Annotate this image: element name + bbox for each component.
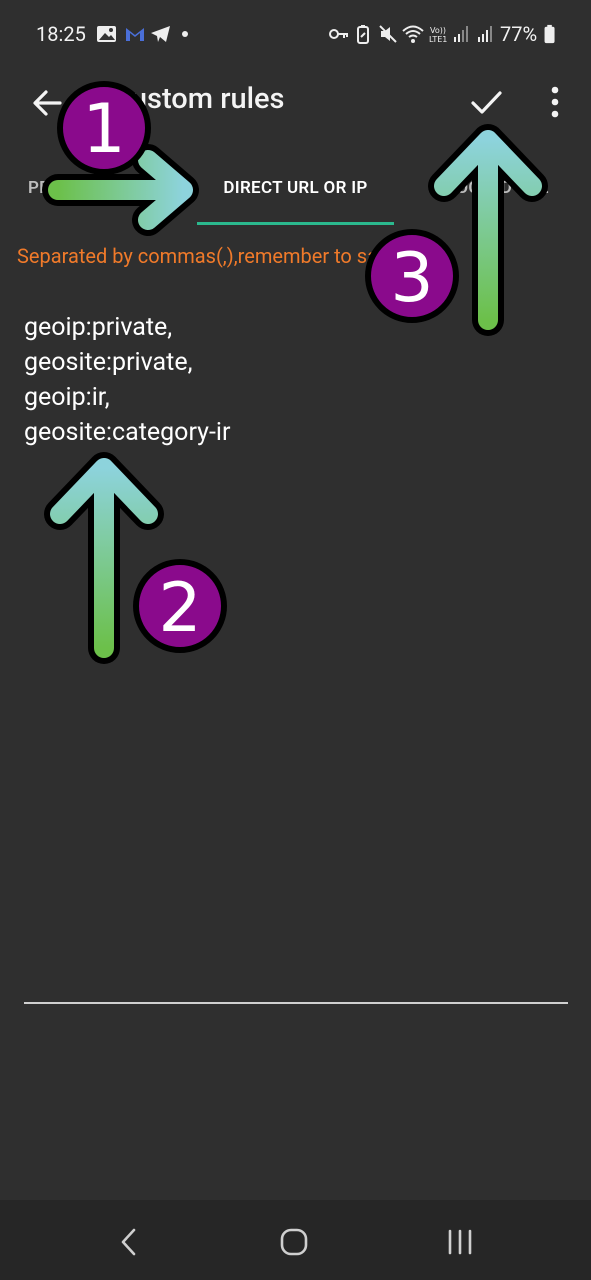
volte-icon: Vo))LTE1	[429, 26, 447, 44]
app-bar: Custom rules	[0, 68, 591, 138]
signal-icon	[478, 26, 492, 42]
tab-direct-label: DIRECT URL OR IP	[223, 178, 368, 198]
status-bar: 18:25 Vo)) LTE1 77%	[0, 0, 591, 68]
hint-text: Separated by commas(,),remember to save	[17, 244, 399, 268]
nav-home-icon[interactable]	[276, 1224, 312, 1260]
rules-text-field[interactable]: geoip:private, geosite:private, geoip:ir…	[24, 310, 564, 450]
dot-icon	[182, 31, 188, 37]
annotation-arrow-2	[44, 452, 164, 664]
nav-recents-icon[interactable]	[440, 1224, 480, 1260]
telegram-icon	[151, 26, 170, 42]
tab-direct[interactable]: DIRECT URL OR IP	[197, 148, 394, 228]
svg-text:Vo)): Vo))	[430, 26, 446, 35]
gallery-icon	[97, 26, 116, 42]
signal-icon	[454, 26, 468, 42]
arrow-back-icon[interactable]	[30, 86, 64, 120]
key-icon	[329, 29, 348, 39]
battery-percent: 77%	[500, 22, 538, 46]
battery-saver-icon	[357, 25, 369, 44]
annotation-number-2: 2	[158, 569, 201, 648]
tab-blocked[interactable]: BLOCKED URL	[394, 148, 591, 228]
tab-bar: PROXY URL OR IP DIRECT URL OR IP BLOCKED…	[0, 148, 591, 228]
text-field-underline	[24, 1002, 568, 1004]
check-icon[interactable]	[468, 84, 504, 120]
wifi-icon	[402, 25, 424, 43]
tab-proxy[interactable]: PROXY URL OR IP	[0, 148, 197, 228]
nav-back-icon[interactable]	[112, 1224, 148, 1260]
system-nav-bar	[0, 1200, 591, 1280]
gmail-icon	[126, 28, 144, 41]
clock: 18:25	[36, 22, 86, 46]
battery-icon	[544, 24, 555, 44]
page-title: Custom rules	[112, 82, 285, 116]
mute-icon	[379, 25, 397, 43]
more-vert-icon[interactable]	[544, 84, 566, 120]
annotation-badge-2: 2	[133, 559, 227, 653]
svg-text:LTE1: LTE1	[429, 35, 447, 44]
tab-indicator	[197, 222, 394, 225]
